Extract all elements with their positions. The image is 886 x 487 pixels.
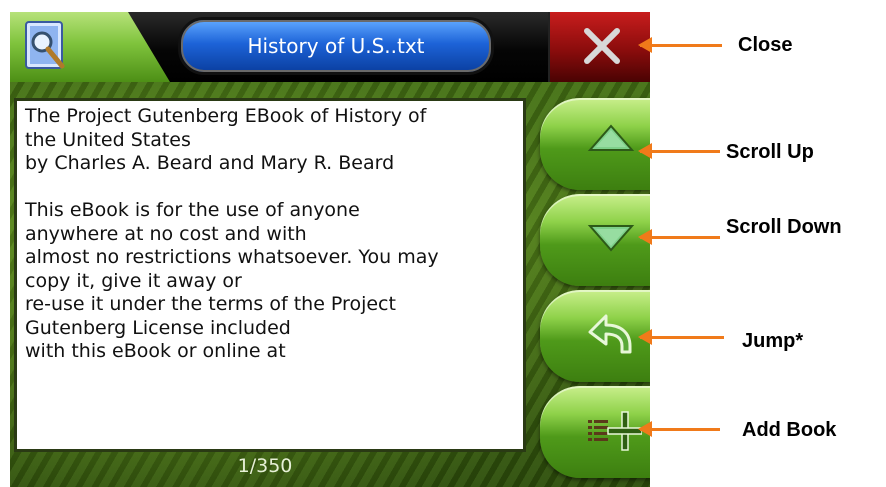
scroll-down-button[interactable]	[540, 194, 650, 286]
line-5: This eBook is for the use of anyone	[25, 199, 360, 221]
scroll-up-callout-label: Scroll Up	[726, 141, 814, 163]
line-3: by Charles A. Beard and Mary R. Beard	[25, 152, 395, 174]
reader-screen: History of U.S..txt The Project Gutenber…	[10, 12, 650, 487]
line-6: anywhere at no cost and with	[25, 222, 307, 245]
line-11: with this eBook or online at	[25, 340, 286, 362]
triangle-up-icon	[587, 124, 635, 151]
close-callout-label: Close	[738, 34, 793, 56]
line-10: Gutenberg License included	[25, 316, 291, 339]
line-1: The Project Gutenberg EBook of History o…	[25, 105, 427, 127]
book-search-icon	[20, 18, 74, 74]
close-button[interactable]	[548, 12, 650, 82]
line-9: re-use it under the terms of the Project	[25, 293, 396, 315]
file-title: History of U.S..txt	[178, 17, 494, 75]
close-callout-arrow	[638, 37, 722, 53]
add-book-callout-arrow	[638, 421, 720, 437]
line-8: copy it, give it away or	[25, 269, 242, 292]
top-bar: History of U.S..txt	[10, 12, 650, 82]
scroll-down-callout-label: Scroll Down	[726, 216, 842, 238]
line-4	[25, 176, 515, 200]
scroll-down-callout-arrow	[638, 229, 720, 245]
list-add-icon	[588, 411, 642, 451]
document-text-area[interactable]: The Project Gutenberg EBook of History o…	[14, 98, 526, 452]
line-2: the United States	[25, 128, 191, 151]
scroll-up-button[interactable]	[540, 98, 650, 190]
back-arrow-icon	[588, 314, 632, 354]
add-book-button[interactable]	[540, 386, 650, 478]
close-x-icon	[584, 28, 620, 64]
triangle-down-icon	[587, 225, 635, 252]
jump-callout-arrow	[638, 329, 724, 345]
page-indicator: 1/350	[237, 455, 293, 477]
scroll-up-callout-arrow	[638, 143, 720, 159]
line-7: almost no restrictions whatsoever. You m…	[25, 246, 439, 268]
add-book-callout-label: Add Book	[742, 419, 837, 441]
jump-callout-label: Jump*	[742, 330, 804, 352]
jump-button[interactable]	[540, 290, 650, 382]
